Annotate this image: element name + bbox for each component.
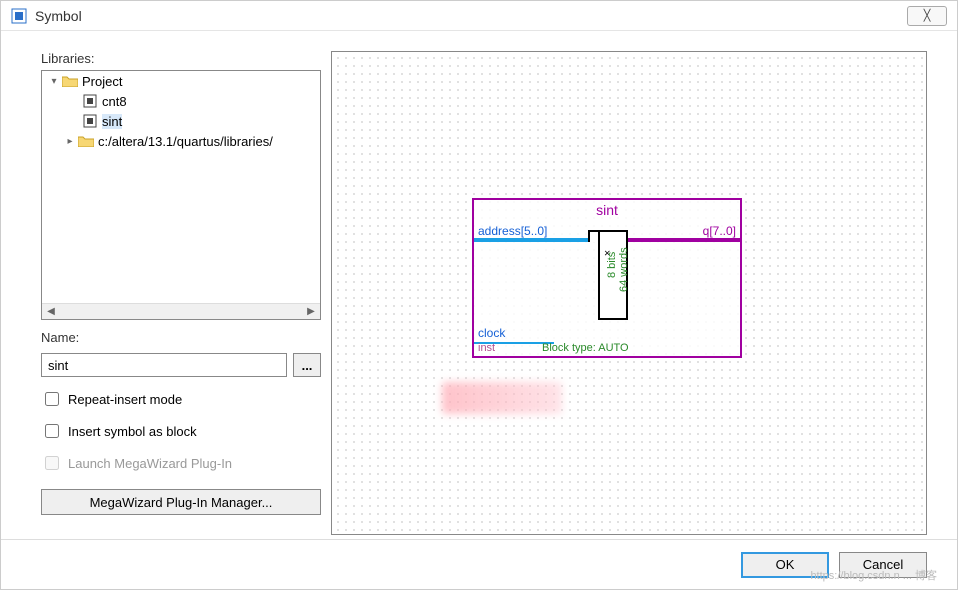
cancel-button[interactable]: Cancel [839, 552, 927, 578]
tree-label: Project [82, 74, 122, 89]
block-type: Block type: AUTO [542, 342, 629, 354]
launch-mwiz-label: Launch MegaWizard Plug-In [68, 456, 232, 471]
launch-mwiz-row: Launch MegaWizard Plug-In [41, 453, 321, 473]
tree-label: sint [102, 114, 122, 129]
ok-button[interactable]: OK [741, 552, 829, 578]
expand-icon[interactable]: ▾ [48, 76, 60, 87]
libraries-label: Libraries: [41, 51, 321, 66]
smudge-overlay [442, 382, 562, 414]
repeat-insert-row[interactable]: Repeat-insert mode [41, 389, 321, 409]
launch-mwiz-checkbox [45, 456, 59, 470]
folder-icon [78, 133, 94, 149]
expand-icon[interactable]: ▸ [64, 136, 76, 147]
browse-button[interactable]: ... [293, 353, 321, 377]
body: Libraries: ▾ Project cnt8 [1, 31, 957, 535]
megawizard-button[interactable]: MegaWizard Plug-In Manager... [41, 489, 321, 515]
instance-label: inst [478, 342, 495, 354]
scroll-right-icon[interactable]: ▶ [304, 305, 318, 319]
library-tree[interactable]: ▾ Project cnt8 sint [41, 70, 321, 320]
symbol-dialog: Symbol ╳ Libraries: ▾ Project cn [0, 0, 958, 590]
tree-label: c:/altera/13.1/quartus/libraries/ [98, 134, 273, 149]
tree-item-sint[interactable]: sint [42, 111, 320, 131]
horizontal-scrollbar[interactable]: ◀ ▶ [42, 303, 320, 319]
port-q-wire [622, 238, 740, 242]
symbol-icon [11, 8, 27, 24]
close-button[interactable]: ╳ [907, 6, 947, 26]
symbol-name: sint [474, 200, 740, 218]
rom-words: 64 words [618, 247, 630, 292]
preview-panel: sint address[5..0] q[7..0] clock × 8 bit… [331, 51, 927, 535]
name-label: Name: [41, 330, 321, 345]
port-clock: clock [478, 326, 505, 340]
rom-bits: 8 bits [606, 252, 618, 278]
titlebar: Symbol ╳ [1, 1, 957, 31]
tree-item-project[interactable]: ▾ Project [42, 71, 320, 91]
port-address: address[5..0] [478, 224, 547, 238]
repeat-insert-checkbox[interactable] [45, 392, 59, 406]
repeat-insert-label: Repeat-insert mode [68, 392, 182, 407]
insert-block-row[interactable]: Insert symbol as block [41, 421, 321, 441]
close-icon: ╳ [924, 9, 931, 22]
port-q: q[7..0] [703, 224, 736, 238]
scroll-left-icon[interactable]: ◀ [44, 305, 58, 319]
symbol-file-icon [82, 113, 98, 129]
tree-item-cnt8[interactable]: cnt8 [42, 91, 320, 111]
folder-open-icon [62, 73, 78, 89]
tree-label: cnt8 [102, 94, 127, 109]
left-panel: Libraries: ▾ Project cnt8 [1, 51, 331, 535]
port-address-wire [474, 238, 602, 242]
symbol-file-icon [82, 93, 98, 109]
name-row: ... [41, 353, 321, 377]
insert-block-label: Insert symbol as block [68, 424, 197, 439]
name-input[interactable] [41, 353, 287, 377]
footer: OK Cancel [1, 539, 957, 589]
tree-item-altera-lib[interactable]: ▸ c:/altera/13.1/quartus/libraries/ [42, 131, 320, 151]
dialog-title: Symbol [35, 8, 907, 24]
insert-block-checkbox[interactable] [45, 424, 59, 438]
symbol-preview: sint address[5..0] q[7..0] clock × 8 bit… [472, 198, 742, 358]
